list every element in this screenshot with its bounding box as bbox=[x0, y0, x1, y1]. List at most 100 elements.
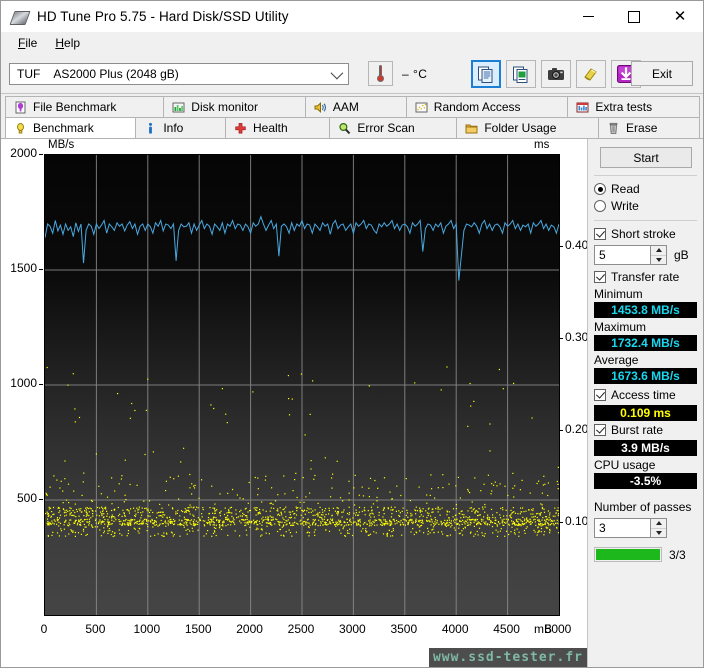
menu-help-rest: elp bbox=[64, 36, 80, 50]
disk-monitor-icon bbox=[172, 101, 185, 114]
tab-info[interactable]: Info bbox=[135, 117, 226, 138]
copy-button[interactable] bbox=[471, 60, 501, 88]
access-time-label: Access time bbox=[611, 388, 676, 402]
passes-label: Number of passes bbox=[594, 500, 697, 514]
transfer-rate-label: Transfer rate bbox=[611, 270, 679, 284]
exit-button[interactable]: Exit bbox=[631, 61, 693, 86]
tab-file-benchmark[interactable]: File Benchmark bbox=[5, 96, 164, 117]
passes-input[interactable]: 3 bbox=[594, 518, 651, 538]
short-stroke-stepper[interactable]: 5 gB bbox=[594, 245, 697, 265]
arrow-down-icon bbox=[656, 531, 662, 535]
access-time-value: 0.109 ms bbox=[594, 405, 697, 421]
checkbox-short-stroke[interactable]: Short stroke bbox=[594, 227, 697, 241]
tab-strip: File Benchmark Disk monitor AAM Random A… bbox=[1, 94, 703, 138]
x-tick-label: 2500 bbox=[281, 622, 321, 636]
menu-file[interactable]: File bbox=[9, 34, 46, 52]
checkbox-transfer-rate[interactable]: Transfer rate bbox=[594, 270, 697, 284]
tab-label: Disk monitor bbox=[191, 100, 258, 114]
content-area: MB/s ms 500100015002000 0.100.200.300.40… bbox=[1, 138, 703, 667]
radio-write-label: Write bbox=[611, 199, 639, 213]
tab-label: AAM bbox=[333, 100, 359, 114]
short-stroke-spin-buttons[interactable] bbox=[651, 245, 667, 265]
y-axis-unit: MB/s bbox=[48, 139, 74, 151]
watermark: www.ssd-tester.fr bbox=[429, 648, 587, 667]
transfer-rate-check-indicator bbox=[594, 271, 606, 283]
tab-random-access[interactable]: Random Access bbox=[406, 96, 569, 117]
maximum-label: Maximum bbox=[594, 320, 697, 334]
maximize-button[interactable] bbox=[611, 1, 657, 32]
tab-health[interactable]: Health bbox=[225, 117, 330, 138]
progress-count: 3/3 bbox=[669, 548, 686, 562]
passes-spin-buttons[interactable] bbox=[651, 518, 667, 538]
thermometer-icon bbox=[377, 65, 384, 82]
menu-file-rest: ile bbox=[25, 36, 37, 50]
x-tick-label: 1500 bbox=[178, 622, 218, 636]
tab-error-scan[interactable]: Error Scan bbox=[329, 117, 457, 138]
tab-aam[interactable]: AAM bbox=[305, 96, 407, 117]
y-tick-label: 2000 bbox=[3, 146, 37, 160]
radio-read-label: Read bbox=[611, 182, 640, 196]
info-icon bbox=[144, 122, 157, 135]
average-label: Average bbox=[594, 353, 697, 367]
radio-read[interactable]: Read bbox=[594, 182, 697, 196]
tab-label: Extra tests bbox=[595, 100, 652, 114]
passes-stepper[interactable]: 3 bbox=[594, 518, 697, 538]
screenshot-button[interactable] bbox=[541, 60, 571, 88]
toolbar-buttons bbox=[471, 60, 641, 88]
benchmark-plot bbox=[44, 154, 560, 616]
radio-write-indicator bbox=[594, 200, 606, 212]
temperature-value: – °C bbox=[402, 67, 427, 81]
short-stroke-label: Short stroke bbox=[611, 227, 676, 241]
health-cross-icon bbox=[234, 122, 247, 135]
tab-benchmark[interactable]: Benchmark bbox=[5, 117, 136, 138]
drive-model: AS2000 Plus (2048 gB) bbox=[53, 67, 178, 81]
y-tick-label: 1000 bbox=[3, 376, 37, 390]
tab-disk-monitor[interactable]: Disk monitor bbox=[163, 96, 306, 117]
drive-selector[interactable]: TUF AS2000 Plus (2048 gB) bbox=[9, 63, 349, 85]
y2-tick-label: 0.10 bbox=[565, 514, 588, 528]
menu-help[interactable]: Help bbox=[46, 34, 89, 52]
tab-row-top: File Benchmark Disk monitor AAM Random A… bbox=[5, 96, 699, 117]
x-tick-label: 4500 bbox=[487, 622, 527, 636]
spin-up-button[interactable] bbox=[651, 519, 666, 529]
random-access-icon bbox=[415, 101, 428, 114]
radio-write[interactable]: Write bbox=[594, 199, 697, 213]
tab-label: Erase bbox=[626, 121, 657, 135]
spin-down-button[interactable] bbox=[651, 529, 666, 538]
magnifier-icon bbox=[338, 122, 351, 135]
benchmark-graph-pane: MB/s ms 500100015002000 0.100.200.300.40… bbox=[1, 139, 587, 667]
short-stroke-input[interactable]: 5 bbox=[594, 245, 651, 265]
tab-label: Benchmark bbox=[33, 121, 94, 135]
close-button[interactable]: ✕ bbox=[657, 1, 703, 32]
temperature-button[interactable] bbox=[368, 61, 393, 86]
minimize-button[interactable] bbox=[565, 1, 611, 32]
window-controls: ✕ bbox=[565, 1, 703, 32]
tab-erase[interactable]: Erase bbox=[598, 117, 700, 138]
spin-up-button[interactable] bbox=[651, 246, 666, 256]
tab-label: File Benchmark bbox=[33, 100, 116, 114]
maximum-value: 1732.4 MB/s bbox=[594, 335, 697, 351]
y2-tick-label: 0.40 bbox=[565, 238, 588, 252]
x-tick-label: 4000 bbox=[435, 622, 475, 636]
copy-icon bbox=[477, 65, 495, 83]
start-button[interactable]: Start bbox=[600, 147, 692, 168]
bulb-icon bbox=[14, 122, 27, 135]
tab-extra-tests[interactable]: Extra tests bbox=[567, 96, 700, 117]
x-tick-label: 500 bbox=[75, 622, 115, 636]
brush-button[interactable] bbox=[576, 60, 606, 88]
menu-bar: File Help bbox=[1, 32, 703, 54]
copy-export-button[interactable] bbox=[506, 60, 536, 88]
tab-folder-usage[interactable]: Folder Usage bbox=[456, 117, 599, 138]
checkbox-burst-rate[interactable]: Burst rate bbox=[594, 423, 697, 437]
access-time-check-indicator bbox=[594, 389, 606, 401]
exit-label: Exit bbox=[652, 67, 672, 81]
tab-label: Health bbox=[253, 121, 288, 135]
checkbox-access-time[interactable]: Access time bbox=[594, 388, 697, 402]
spin-down-button[interactable] bbox=[651, 256, 666, 265]
minimum-value: 1453.8 MB/s bbox=[594, 302, 697, 318]
copy-export-icon bbox=[512, 65, 530, 83]
chevron-down-icon bbox=[331, 66, 344, 79]
tab-label: Info bbox=[163, 121, 183, 135]
short-stroke-unit: gB bbox=[674, 248, 689, 262]
plot-svg bbox=[45, 155, 559, 615]
